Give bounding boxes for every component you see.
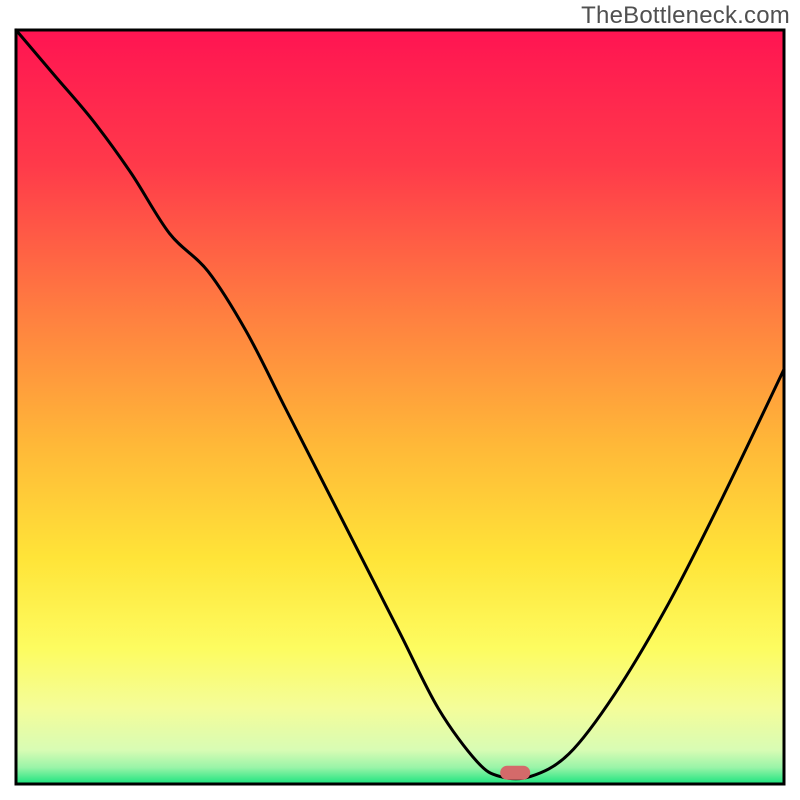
- gradient-background: [16, 30, 784, 784]
- watermark-text: TheBottleneck.com: [581, 2, 790, 30]
- chart-container: TheBottleneck.com: [0, 0, 800, 800]
- bottleneck-chart: [0, 0, 800, 800]
- optimal-marker: [500, 766, 530, 780]
